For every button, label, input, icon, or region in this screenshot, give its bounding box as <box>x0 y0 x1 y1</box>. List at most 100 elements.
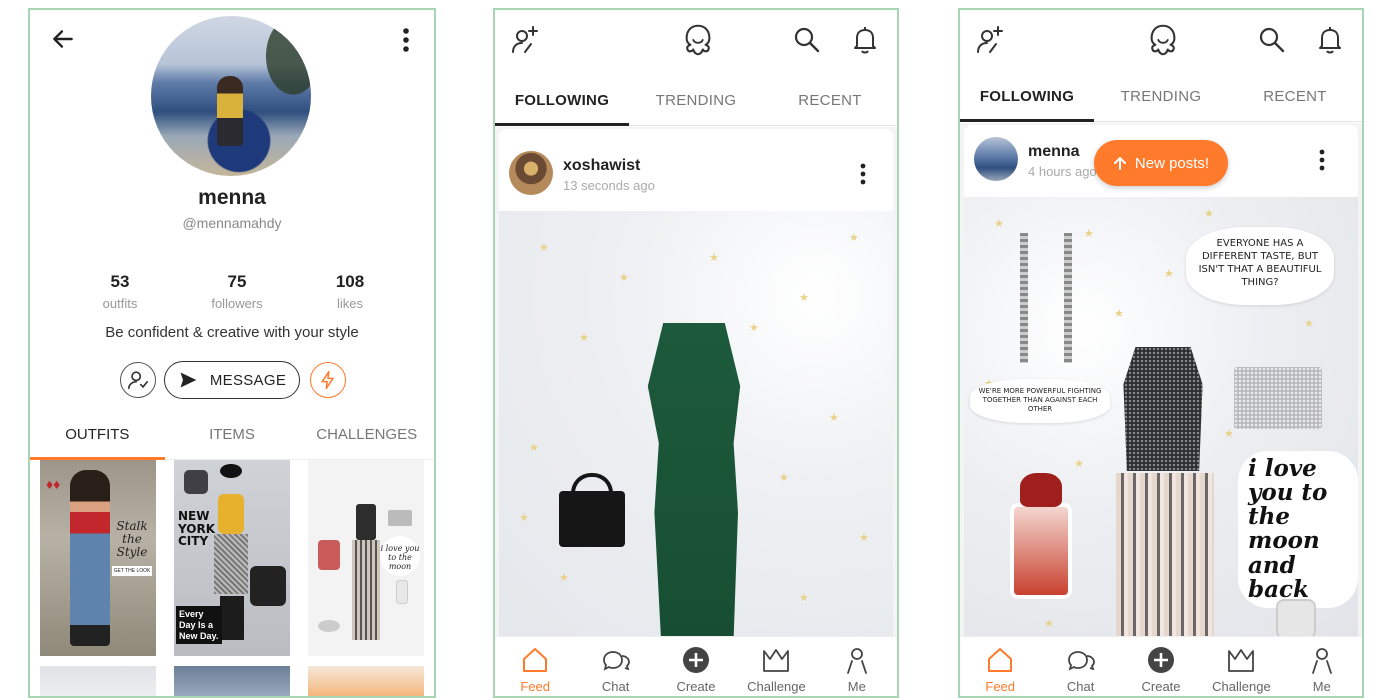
nav-feed[interactable]: Feed <box>495 637 575 696</box>
profile-handle: @mennamahdy <box>182 215 282 231</box>
post-username[interactable]: xoshawist <box>563 157 640 175</box>
post-avatar[interactable] <box>974 137 1018 181</box>
profile-person-icon <box>1311 648 1332 674</box>
nav-create[interactable]: Create <box>1121 637 1201 696</box>
tile-caption: Stalk the Style <box>116 519 148 560</box>
outfit-tile[interactable]: ♦♦ Stalk the Style GET THE LOOK <box>40 460 156 656</box>
crown-icon <box>1228 649 1255 672</box>
tab-following[interactable]: FOLLOWING <box>960 72 1094 122</box>
search-icon[interactable] <box>1256 24 1288 56</box>
nav-me[interactable]: Me <box>1282 637 1362 696</box>
post-header: xoshawist 13 seconds ago <box>499 129 893 211</box>
stat-likes-label: likes <box>336 296 363 311</box>
new-posts-button[interactable]: New posts! <box>1094 140 1228 186</box>
tile-caption: Every Day Is a New Day. <box>176 606 222 645</box>
feed-list: xoshawist 13 seconds ago ★ ★ ★ ★ ★ ★ ★ ★ ★ ★ ★ ★ ★ ★ <box>495 127 897 637</box>
nav-challenge[interactable]: Challenge <box>736 637 816 696</box>
striped-pants-illustration <box>1116 473 1214 637</box>
feed-topbar <box>960 10 1362 72</box>
stat-followers-label: followers <box>211 296 263 311</box>
back-arrow-icon[interactable] <box>50 26 76 52</box>
outfit-tile[interactable]: NEW YORK CITY Every Day Is a New Day. <box>174 460 290 656</box>
feed-tabs: FOLLOWING TRENDING RECENT <box>495 76 897 126</box>
bottom-nav: Feed Chat Create Challenge Me <box>960 636 1362 696</box>
app-logo-icon[interactable] <box>1144 21 1182 59</box>
dress-illustration <box>647 323 741 637</box>
stat-followers[interactable]: 75 followers <box>187 272 287 311</box>
notification-bell-icon[interactable] <box>1314 24 1346 56</box>
more-options-icon[interactable] <box>396 26 416 54</box>
stat-outfits-label: outfits <box>102 296 138 311</box>
tab-trending[interactable]: TRENDING <box>629 76 763 125</box>
quote-bubble: WE'RE MORE POWERFUL FIGHTING TOGETHER TH… <box>970 379 1110 423</box>
profile-person-icon <box>846 648 867 674</box>
stat-likes[interactable]: 108 likes <box>300 272 400 311</box>
user-check-icon <box>128 371 148 390</box>
profile-avatar[interactable] <box>151 16 311 176</box>
outfit-tile[interactable] <box>40 666 156 696</box>
outfit-tile[interactable]: i love you to the moon <box>308 460 424 656</box>
post-timestamp: 13 seconds ago <box>563 178 655 193</box>
post-more-icon[interactable] <box>1318 149 1326 171</box>
nav-me[interactable]: Me <box>817 637 897 696</box>
sequin-top-illustration <box>1123 347 1203 471</box>
notification-bell-icon[interactable] <box>849 24 881 56</box>
stat-outfits[interactable]: 53 outfits <box>70 272 170 311</box>
feed-list: menna 4 hours ago ★★★★★★★★★★★ EVERYONE H… <box>960 123 1362 637</box>
clutch-illustration <box>1234 367 1322 429</box>
chat-icon <box>1067 651 1095 671</box>
stat-followers-count: 75 <box>227 272 247 291</box>
tile-caption: NEW YORK CITY <box>178 509 216 549</box>
quote-bubble: EVERYONE HAS A DIFFERENT TASTE, BUT ISN'… <box>1186 227 1334 305</box>
post-image[interactable]: ★★★★★★★★★★★ EVERYONE HAS A DIFFERENT TAS… <box>964 197 1358 637</box>
create-plus-icon <box>1148 647 1175 673</box>
message-button-label: MESSAGE <box>209 371 287 389</box>
tab-following[interactable]: FOLLOWING <box>495 76 629 126</box>
send-icon <box>180 372 197 388</box>
profile-name: menna <box>198 186 266 209</box>
home-icon <box>988 648 1013 672</box>
message-button[interactable]: MESSAGE <box>164 361 300 399</box>
tab-outfits[interactable]: OUTFITS <box>30 414 165 460</box>
add-friend-icon[interactable] <box>509 24 541 56</box>
post-more-icon[interactable] <box>859 163 867 185</box>
tab-recent[interactable]: RECENT <box>1228 72 1362 121</box>
perfume-illustration <box>1010 503 1072 599</box>
feed-screen-new-posts: FOLLOWING TRENDING RECENT menna 4 hours … <box>958 8 1364 698</box>
add-friend-icon[interactable] <box>974 24 1006 56</box>
app-logo-icon[interactable] <box>679 21 717 59</box>
profile-screen: menna @mennamahdy 53 outfits 75 follower… <box>28 8 436 698</box>
post-avatar[interactable] <box>509 151 553 195</box>
bottom-nav: Feed Chat Create Challenge Me <box>495 636 897 696</box>
create-plus-icon <box>683 647 710 673</box>
chat-icon <box>602 651 630 671</box>
nav-chat[interactable]: Chat <box>575 637 655 696</box>
tile-caption-small: GET THE LOOK <box>112 566 152 576</box>
post-username[interactable]: menna <box>1028 143 1080 161</box>
follow-button[interactable] <box>120 362 156 398</box>
nav-feed[interactable]: Feed <box>960 637 1040 696</box>
feed-screen: FOLLOWING TRENDING RECENT xoshawist 13 s… <box>493 8 899 698</box>
nav-create[interactable]: Create <box>656 637 736 696</box>
new-posts-label: New posts! <box>1134 154 1210 172</box>
arrow-up-icon <box>1113 157 1126 170</box>
nav-chat[interactable]: Chat <box>1040 637 1120 696</box>
lightning-icon <box>321 370 334 390</box>
outfit-tile[interactable] <box>174 666 290 696</box>
nav-challenge[interactable]: Challenge <box>1201 637 1281 696</box>
stat-outfits-count: 53 <box>110 272 130 291</box>
crown-icon <box>763 649 790 672</box>
stat-likes-count: 108 <box>335 272 365 291</box>
tab-challenges[interactable]: CHALLENGES <box>299 414 434 459</box>
tab-items[interactable]: ITEMS <box>165 414 300 459</box>
search-icon[interactable] <box>791 24 823 56</box>
tab-recent[interactable]: RECENT <box>763 76 897 125</box>
feed-topbar <box>495 10 897 72</box>
outfit-tile[interactable] <box>308 666 424 696</box>
post-image[interactable]: ★ ★ ★ ★ ★ ★ ★ ★ ★ ★ ★ ★ ★ ★ <box>499 211 893 637</box>
script-quote: i love you to the moon and back <box>1238 451 1358 608</box>
feed-tabs: FOLLOWING TRENDING RECENT <box>960 72 1362 122</box>
boost-button[interactable] <box>310 362 346 398</box>
post-timestamp: 4 hours ago <box>1028 164 1097 179</box>
tab-trending[interactable]: TRENDING <box>1094 72 1228 121</box>
